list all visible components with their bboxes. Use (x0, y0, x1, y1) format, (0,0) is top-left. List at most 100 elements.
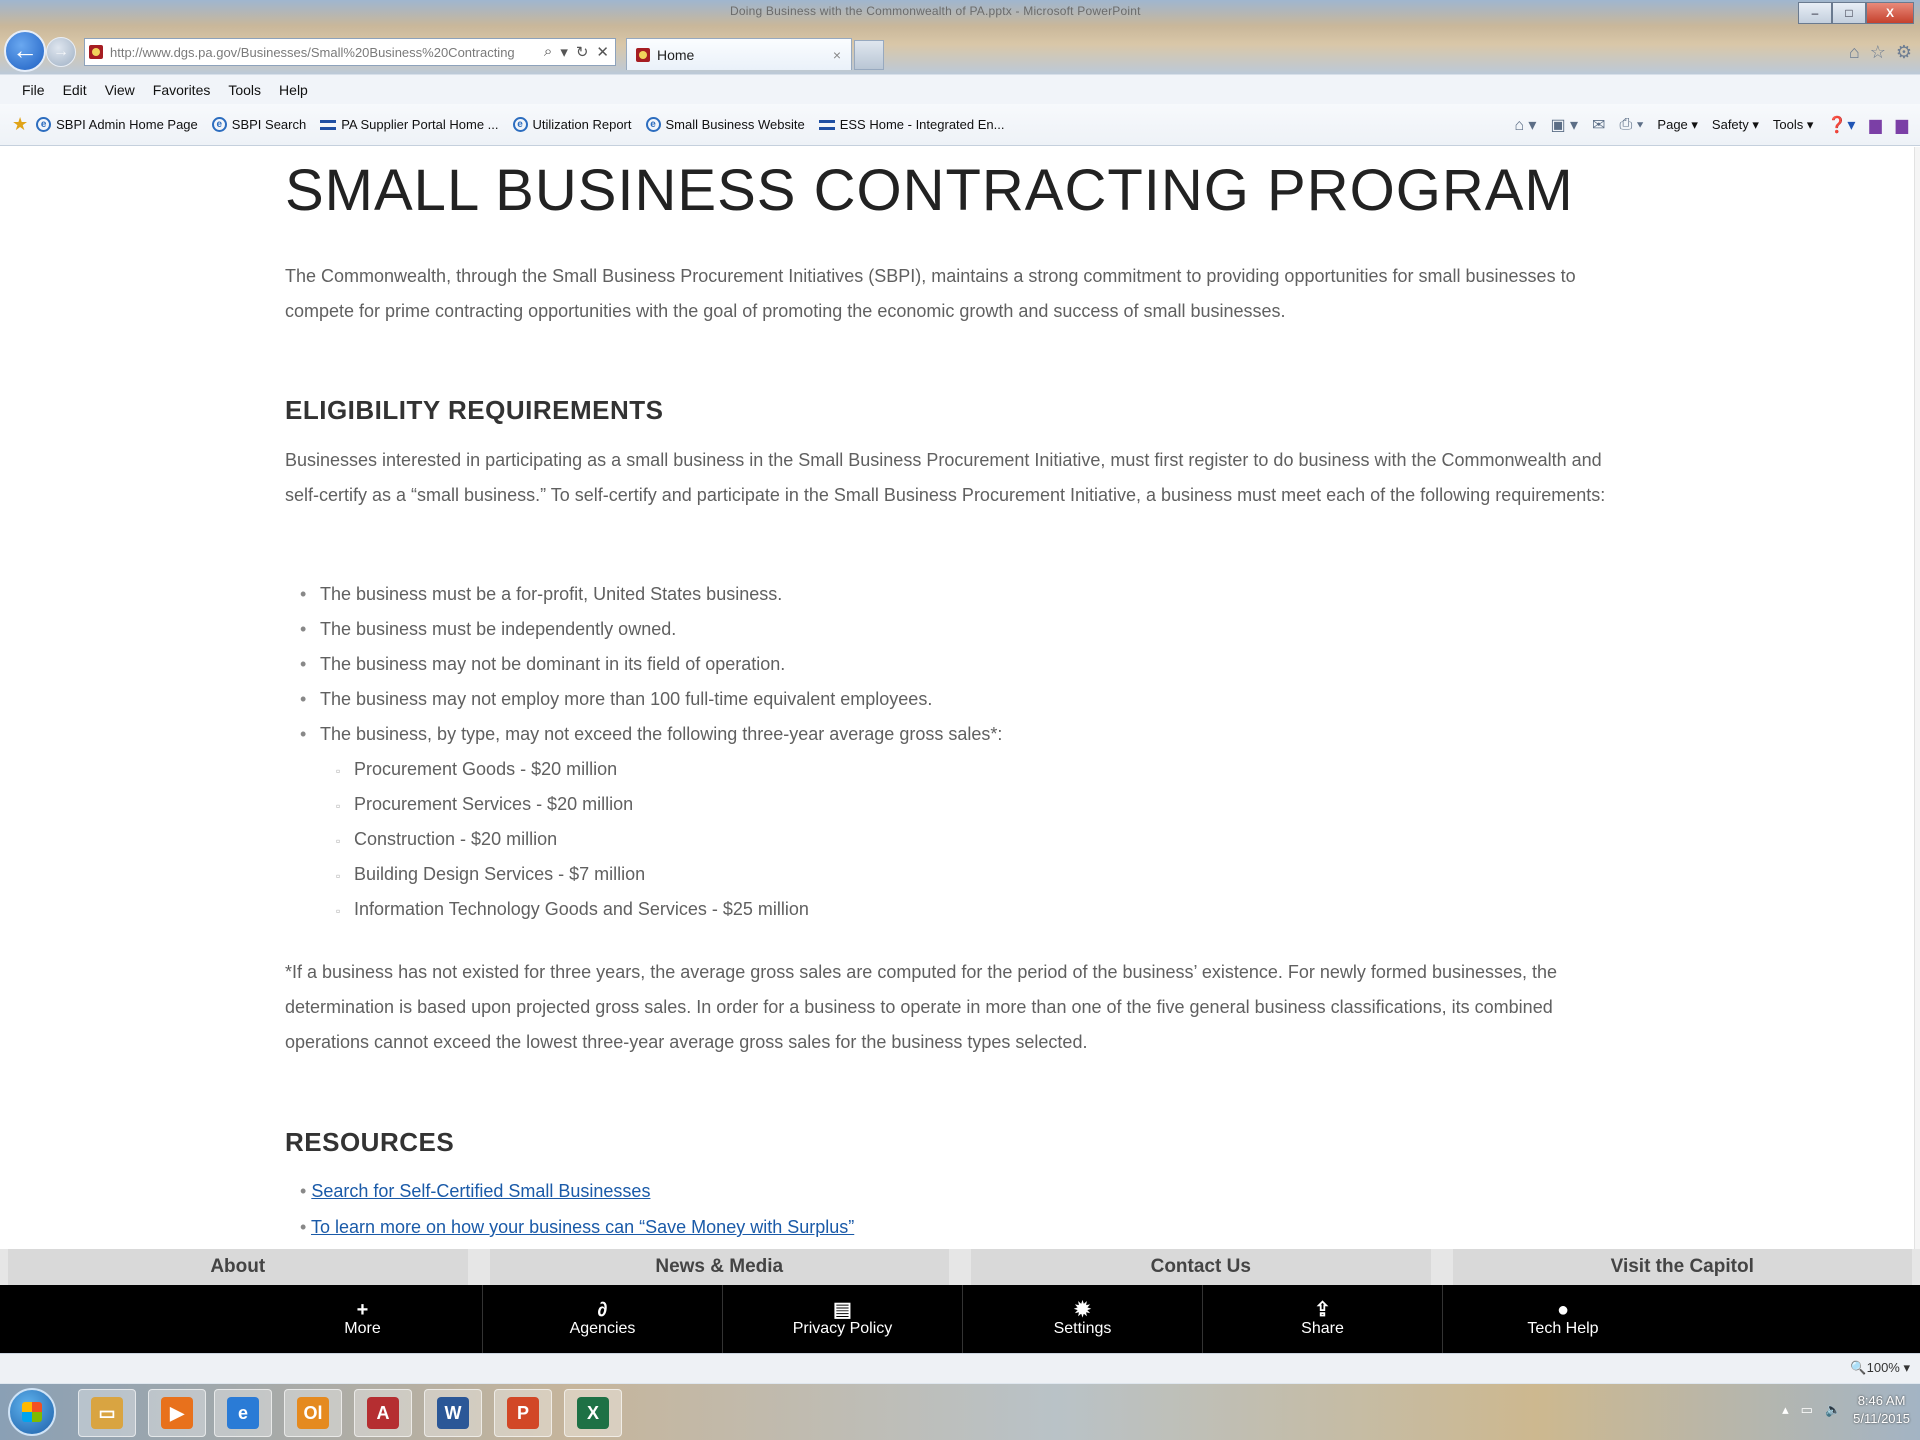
clock-time: 8:46 AM (1857, 1393, 1906, 1408)
page-menu[interactable]: Page ▾ (1657, 117, 1698, 133)
footer-about-link[interactable]: About (8, 1249, 468, 1285)
tech-help-button[interactable]: ● Tech Help (1443, 1285, 1683, 1353)
favorite-supplier-portal[interactable]: PA Supplier Portal Home ... (320, 117, 499, 132)
taskbar-internet-explorer-button[interactable]: e (214, 1389, 272, 1437)
safety-menu[interactable]: Safety ▾ (1712, 117, 1759, 133)
favorite-sbpi-admin[interactable]: e SBPI Admin Home Page (36, 117, 198, 132)
onenote-icon[interactable]: ▆ (1869, 115, 1881, 135)
powerpoint-icon: P (507, 1397, 539, 1429)
tab-favicon-icon (636, 47, 650, 62)
favorite-ess-home[interactable]: ESS Home - Integrated En... (818, 117, 1004, 132)
print-icon[interactable]: ⎙ ▾ (1619, 116, 1643, 134)
page-content: SMALL BUSINESS CONTRACTING PROGRAM The C… (0, 147, 1920, 1249)
tools-menu[interactable]: Tools ▾ (1773, 117, 1814, 133)
taskbar-word-button[interactable]: W (424, 1389, 482, 1437)
taskbar-file-explorer-button[interactable]: ▭ (78, 1389, 136, 1437)
square-bullet-icon: ▫ (336, 799, 341, 813)
help-icon[interactable]: ❓▾ (1827, 115, 1855, 135)
taskbar-media-player-button[interactable]: ▶ (148, 1389, 206, 1437)
menu-tools[interactable]: Tools (228, 82, 261, 98)
menu-file[interactable]: File (22, 82, 45, 98)
home-icon[interactable]: ⌂ ▾ (1514, 115, 1536, 135)
footer-action-label: Agencies (569, 1320, 636, 1337)
favorites-bar: ★ e SBPI Admin Home Page e SBPI Search PA … (0, 104, 1920, 146)
mail-icon[interactable]: ✉ (1592, 115, 1605, 135)
url-input[interactable]: http://www.dgs.pa.gov/Businesses/Small%2… (110, 45, 538, 60)
resources-list: • Search for Self-Certified Small Busine… (300, 1173, 854, 1245)
refresh-icon[interactable]: ↻ (576, 43, 589, 61)
dropdown-icon[interactable]: ▾ (560, 43, 568, 61)
favorite-label: SBPI Search (231, 117, 307, 132)
taskbar-powerpoint-button[interactable]: P (494, 1389, 552, 1437)
ie-icon: e (645, 117, 661, 132)
gear-icon[interactable]: ⚙ (1896, 42, 1912, 63)
menu-view[interactable]: View (105, 82, 135, 98)
browser-right-icons: ⌂ ☆ ⚙ (1849, 42, 1912, 63)
menu-help[interactable]: Help (279, 82, 308, 98)
menu-edit[interactable]: Edit (63, 82, 87, 98)
footer-contact-link[interactable]: Contact Us (971, 1249, 1431, 1285)
favorite-utilization-report[interactable]: e Utilization Report (512, 117, 632, 132)
bullet-icon: • (300, 619, 307, 639)
tray-expand-icon[interactable]: ▴ (1782, 1402, 1789, 1418)
self-certified-search-link[interactable]: Search for Self-Certified Small Business… (311, 1181, 650, 1201)
address-controls: ⌕ ▾ ↻ ✕ (538, 43, 615, 61)
network-icon[interactable]: ▭ (1801, 1402, 1813, 1418)
start-button[interactable] (8, 1388, 56, 1436)
settings-button[interactable]: ✹ Settings (963, 1285, 1203, 1353)
ie-icon: e (36, 117, 52, 132)
volume-icon[interactable]: 🔈 (1825, 1402, 1841, 1418)
save-money-surplus-link[interactable]: To learn more on how your business can “… (311, 1217, 854, 1237)
bullet-icon: • (300, 584, 307, 604)
list-item: ▫ Construction - $20 million (336, 822, 809, 857)
tab-close-icon[interactable]: × (833, 47, 841, 63)
footer-action-label: Privacy Policy (792, 1320, 893, 1337)
favorite-sbpi-search[interactable]: e SBPI Search (211, 117, 307, 132)
clock[interactable]: 8:46 AM 5/11/2015 (1853, 1392, 1910, 1428)
list-item: • The business must be a for-profit, Unit… (300, 577, 1002, 612)
plus-icon: + (356, 1299, 369, 1321)
privacy-policy-button[interactable]: ▤ Privacy Policy (723, 1285, 963, 1353)
site-favicon-icon (89, 45, 103, 59)
menu-favorites[interactable]: Favorites (153, 82, 211, 98)
onenote-icon-2[interactable]: ▆ (1896, 115, 1908, 135)
footer-news-media-link[interactable]: News & Media (489, 1249, 949, 1285)
stop-icon[interactable]: ✕ (596, 43, 609, 61)
list-item: • The business must be independently owne… (300, 612, 1002, 647)
zoom-level[interactable]: 🔍100% ▾ (1850, 1360, 1910, 1376)
address-bar[interactable]: http://www.dgs.pa.gov/Businesses/Small%2… (84, 38, 616, 66)
new-tab-button[interactable] (854, 40, 884, 70)
tab-title: Home (657, 46, 695, 63)
vertical-scrollbar[interactable] (1914, 147, 1920, 1249)
taskbar-access-button[interactable]: A (354, 1389, 412, 1437)
share-button[interactable]: ⇪ Share (1203, 1285, 1443, 1353)
resources-heading: RESOURCES (285, 1127, 455, 1157)
bullet-icon: • (300, 689, 307, 709)
favorites-star-icon[interactable]: ★ (12, 114, 28, 135)
close-window-button[interactable]: X (1866, 2, 1914, 24)
feeds-icon[interactable]: ▣ ▾ (1550, 115, 1578, 135)
footnote-paragraph: *If a business has not existed for three… (285, 962, 1558, 1052)
taskbar-outlook-button[interactable]: Ol (284, 1389, 342, 1437)
forward-button[interactable]: → (46, 37, 76, 67)
footer-action-label: Settings (1053, 1320, 1112, 1337)
more-button[interactable]: + More (243, 1285, 483, 1353)
home-icon[interactable]: ⌂ (1849, 42, 1860, 63)
ess-icon (818, 119, 835, 130)
taskbar-excel-button[interactable]: X (564, 1389, 622, 1437)
favorite-small-business-website[interactable]: e Small Business Website (645, 117, 805, 132)
system-tray: ▴ ▭ 🔈 8:46 AM 5/11/2015 (1782, 1392, 1910, 1428)
minimize-button[interactable]: – (1798, 2, 1832, 24)
agencies-button[interactable]: ∂ Agencies (483, 1285, 723, 1353)
window-title-bar: Doing Business with the Commonwealth of … (0, 0, 1920, 74)
footer-visit-capitol-link[interactable]: Visit the Capitol (1452, 1249, 1912, 1285)
windows-logo-icon (22, 1402, 42, 1422)
list-item-text: The business must be a for-profit, Unite… (320, 584, 783, 604)
clock-date: 5/11/2015 (1853, 1411, 1910, 1426)
favorites-star-icon[interactable]: ☆ (1870, 42, 1886, 63)
maximize-button[interactable]: □ (1832, 2, 1866, 24)
tab-home[interactable]: Home × (626, 38, 852, 70)
back-button[interactable]: ← (4, 30, 46, 72)
search-icon[interactable]: ⌕ (544, 43, 552, 61)
window-controls: – □ X (1798, 2, 1914, 24)
